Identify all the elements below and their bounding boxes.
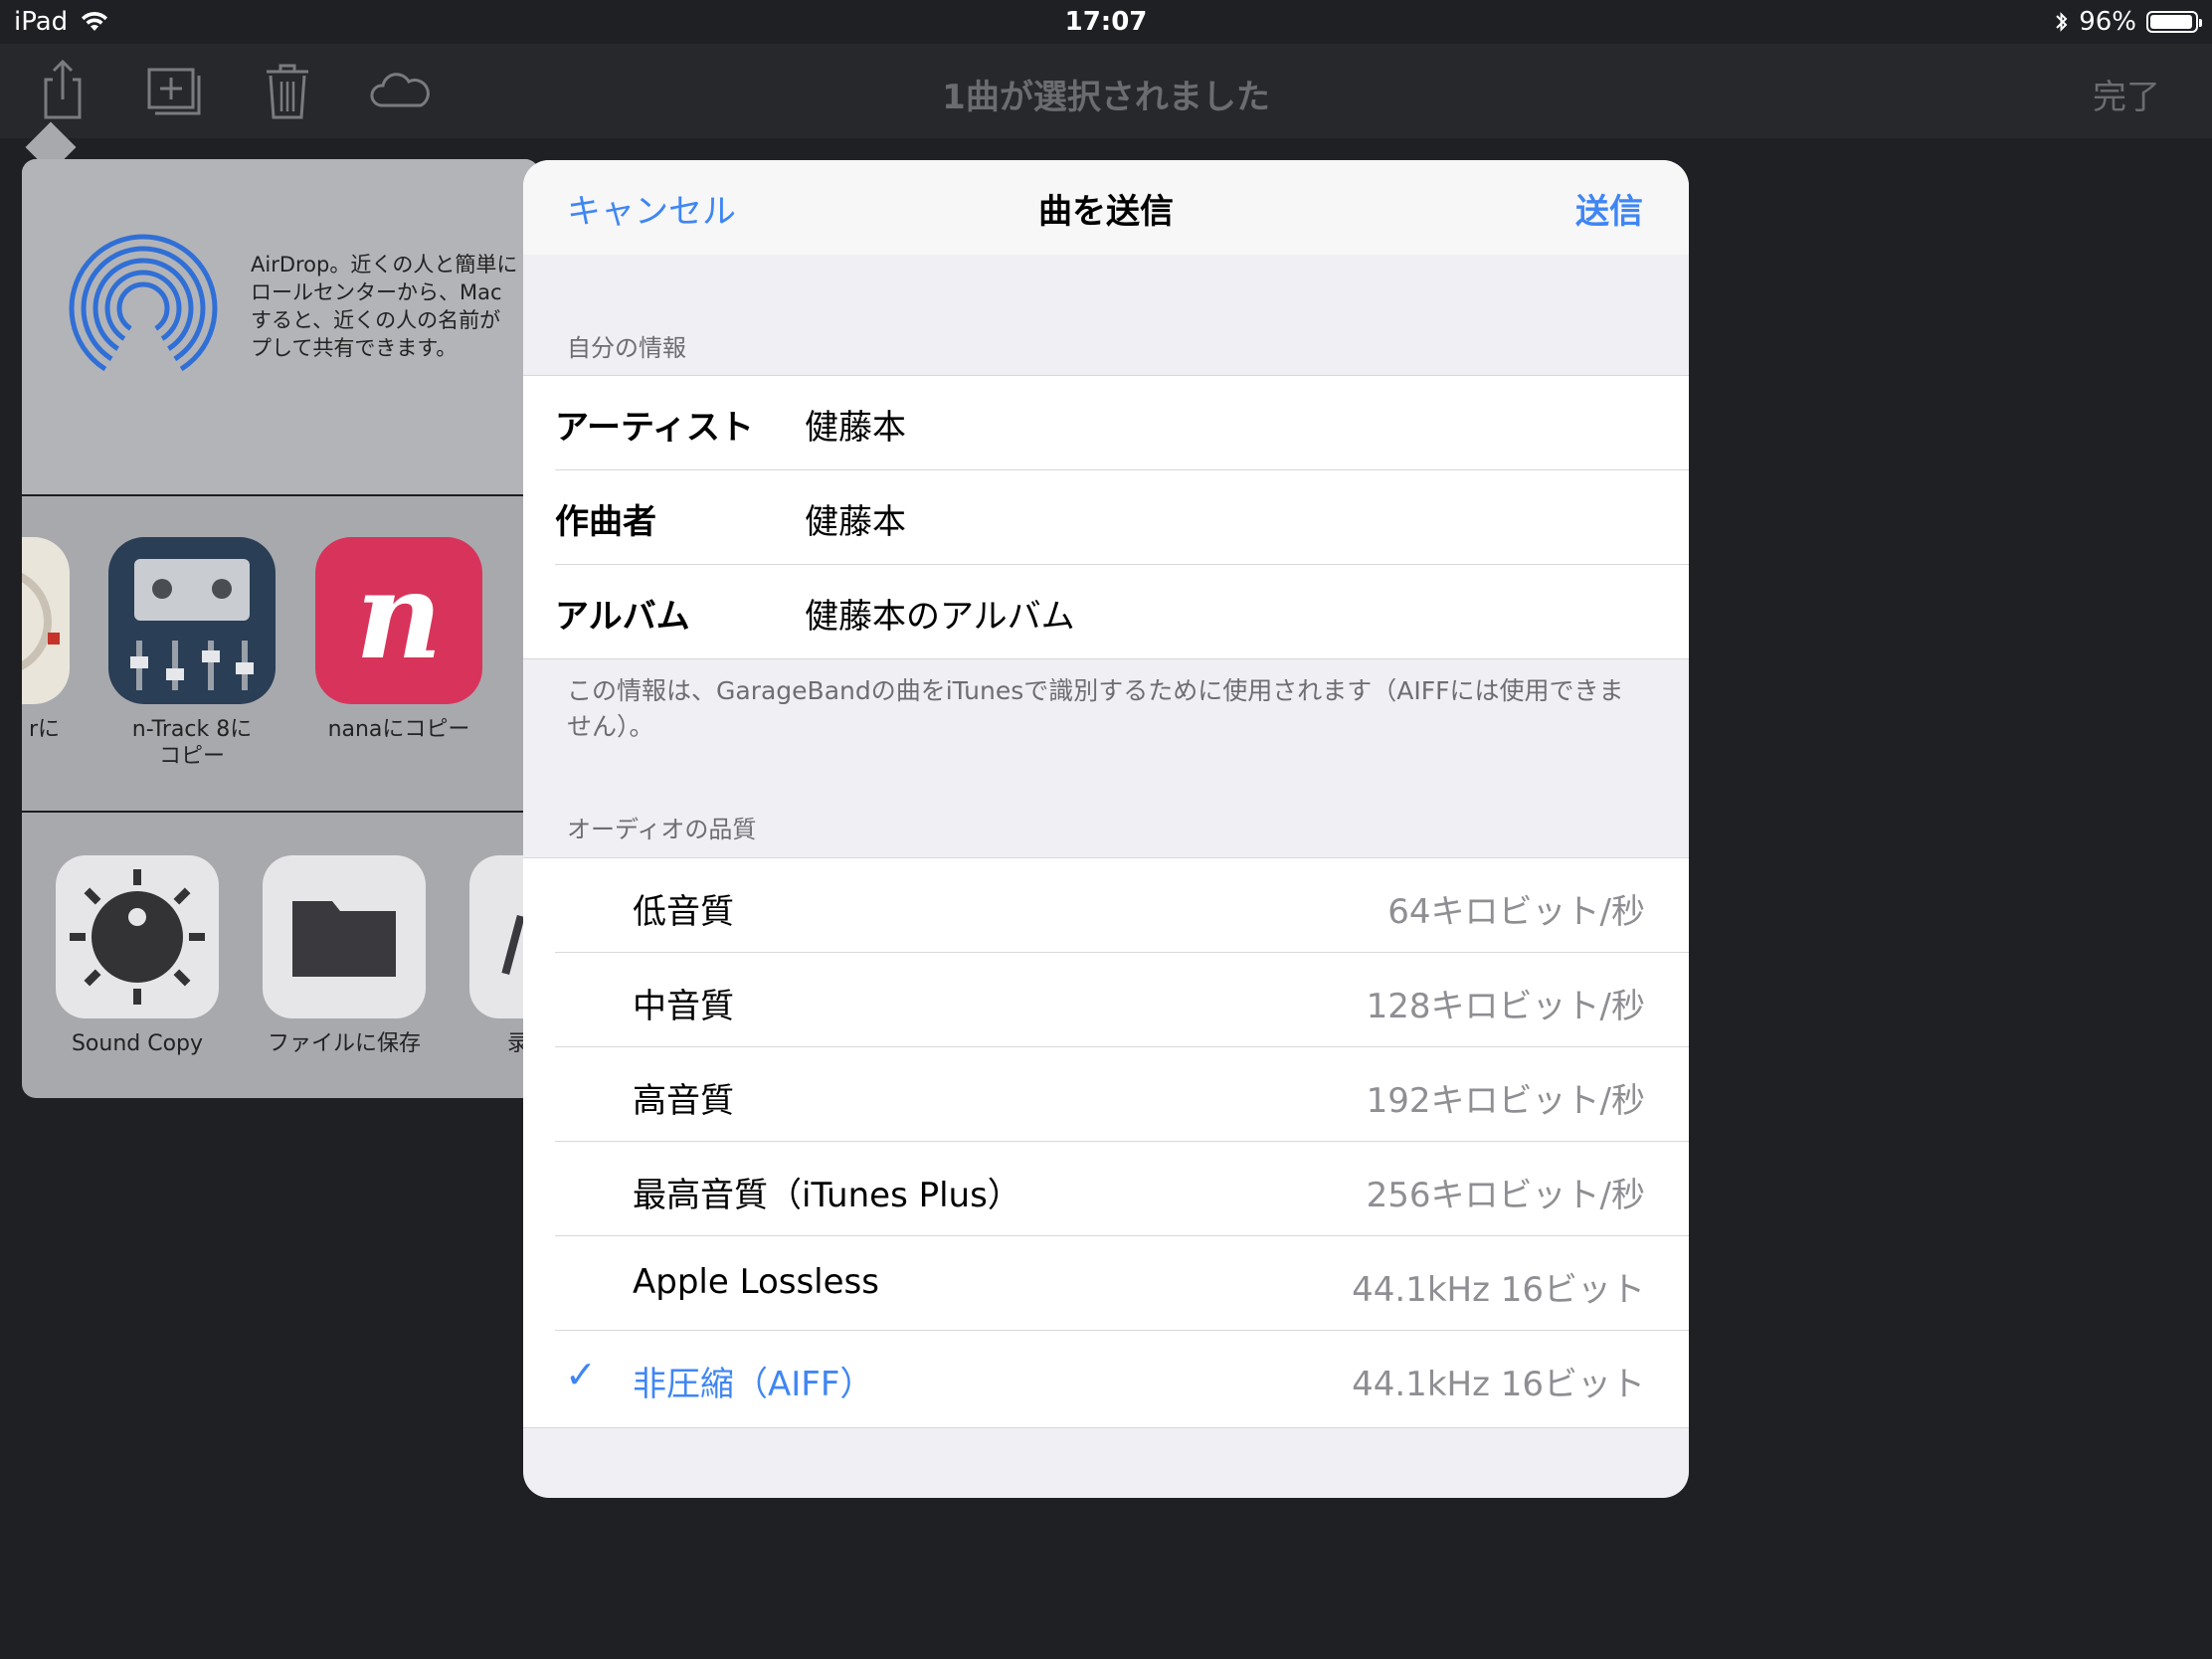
- app-partial-icon: [22, 537, 70, 704]
- checkmark-icon: ✓: [565, 1353, 597, 1396]
- clock: 17:07: [1064, 7, 1148, 37]
- nana-icon: n: [315, 537, 482, 704]
- bluetooth-icon: [2056, 12, 2068, 32]
- quality-bitrate: 256キロビット/秒: [1366, 1176, 1645, 1215]
- quality-option-itunes-plus[interactable]: 最高音質（iTunes Plus） 256キロビット/秒: [523, 1142, 1689, 1236]
- dialog-title: 曲を送信: [1038, 192, 1174, 232]
- action-sound-copy[interactable]: Sound Copy: [54, 855, 221, 1057]
- app-nana[interactable]: n nanaにコピー: [315, 537, 482, 743]
- share-sheet: AirDrop。近くの人と簡単に ロールセンターから、Mac すると、近くの人の…: [22, 159, 539, 1098]
- quality-option-medium[interactable]: 中音質 128キロビット/秒: [523, 953, 1689, 1047]
- dialog-nav-bar: キャンセル 曲を送信 送信: [523, 160, 1689, 255]
- quality-option-low[interactable]: 低音質 64キロビット/秒: [523, 858, 1689, 953]
- toolbar-title: 1曲が選択されました: [942, 78, 1270, 117]
- divider: [22, 494, 539, 496]
- toolbar: 1曲が選択されました 完了: [0, 44, 2212, 138]
- quality-label: 最高音質（iTunes Plus）: [633, 1176, 1021, 1215]
- airdrop-icon[interactable]: [64, 229, 223, 388]
- battery-percent: 96%: [2079, 7, 2136, 37]
- folder-icon: [263, 855, 426, 1018]
- composer-label: 作曲者: [555, 502, 656, 542]
- quality-bitrate: 192キロビット/秒: [1366, 1081, 1645, 1121]
- app-label: nanaにコピー: [327, 717, 470, 742]
- app-label: rに: [28, 717, 60, 742]
- audio-quality-group: 低音質 64キロビット/秒 中音質 128キロビット/秒 高音質 192キロビッ…: [523, 857, 1689, 1428]
- status-bar: iPad 17:07 96%: [0, 0, 2212, 44]
- airdrop-area: AirDrop。近くの人と簡単に ロールセンターから、Mac すると、近くの人の…: [22, 159, 539, 494]
- quality-label: 高音質: [633, 1081, 734, 1121]
- action-label: Sound Copy: [71, 1031, 204, 1056]
- quality-option-high[interactable]: 高音質 192キロビット/秒: [523, 1047, 1689, 1142]
- artist-label: アーティスト: [555, 408, 754, 448]
- quality-bitrate: 44.1kHz 16ビット: [1352, 1365, 1645, 1404]
- airdrop-description: AirDrop。近くの人と簡単に ロールセンターから、Mac すると、近くの人の…: [251, 253, 518, 360]
- album-field[interactable]: 健藤本のアルバム: [805, 589, 1075, 638]
- quality-label: 非圧縮（AIFF）: [633, 1365, 874, 1404]
- send-button[interactable]: 送信: [1575, 184, 1643, 233]
- quality-bitrate: 128キロビット/秒: [1366, 987, 1645, 1026]
- info-note: この情報は、GarageBandの曲をiTunesで識別するために使用されます（…: [567, 676, 1624, 741]
- quality-option-apple-lossless[interactable]: Apple Lossless 44.1kHz 16ビット: [523, 1236, 1689, 1331]
- done-button[interactable]: 完了: [2093, 70, 2160, 118]
- quality-label: 低音質: [633, 892, 734, 932]
- action-save-to-files[interactable]: ファイルに保存: [261, 855, 428, 1057]
- ntrack-icon: [108, 537, 276, 704]
- app-partial[interactable]: rに: [22, 537, 70, 743]
- quality-bitrate: 64キロビット/秒: [1387, 892, 1645, 932]
- artist-row[interactable]: アーティスト 健藤本: [523, 376, 1689, 470]
- composer-row[interactable]: 作曲者 健藤本: [523, 470, 1689, 565]
- album-label: アルバム: [555, 597, 690, 637]
- send-song-dialog: キャンセル 曲を送信 送信 自分の情報 アーティスト 健藤本 作曲者 健藤本 ア…: [523, 160, 1689, 1498]
- sound-copy-icon: [56, 855, 219, 1018]
- composer-field[interactable]: 健藤本: [805, 494, 906, 543]
- my-info-header: 自分の情報: [567, 334, 686, 362]
- divider: [22, 811, 539, 813]
- battery-icon: [2146, 11, 2202, 33]
- audio-quality-header: オーディオの品質: [567, 816, 757, 843]
- artist-field[interactable]: 健藤本: [805, 400, 906, 449]
- album-row[interactable]: アルバム 健藤本のアルバム: [523, 565, 1689, 659]
- app-ntrack[interactable]: n-Track 8に コピー: [108, 537, 276, 770]
- quality-label: Apple Lossless: [633, 1262, 879, 1302]
- app-label: n-Track 8に コピー: [131, 717, 253, 769]
- my-info-group: アーティスト 健藤本 作曲者 健藤本 アルバム 健藤本のアルバム: [523, 375, 1689, 659]
- quality-label: 中音質: [633, 987, 734, 1026]
- quality-bitrate: 44.1kHz 16ビット: [1352, 1270, 1645, 1310]
- action-label: ファイルに保存: [267, 1031, 421, 1056]
- quality-option-aiff[interactable]: ✓ 非圧縮（AIFF） 44.1kHz 16ビット: [523, 1331, 1689, 1425]
